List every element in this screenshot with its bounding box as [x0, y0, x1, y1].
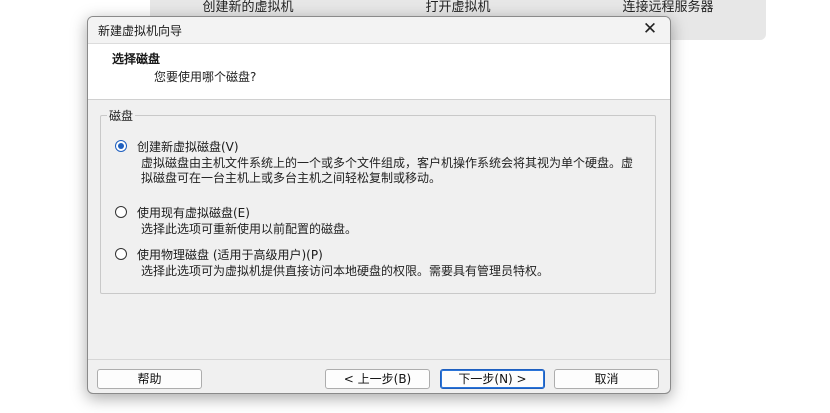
help-button[interactable]: 帮助 [97, 369, 202, 389]
dialog-titlebar: 新建虚拟机向导 ✕ [88, 17, 670, 44]
use-physical-disk-radio[interactable] [115, 248, 127, 260]
use-physical-disk-label[interactable]: 使用物理磁盘 (适用于高级用户)(P) [137, 246, 323, 263]
page-title: 选择磁盘 [112, 52, 161, 66]
create-new-disk-description: 虚拟磁盘由主机文件系统上的一个或多个文件组成，客户机操作系统会将其视为单个硬盘。… [141, 156, 634, 185]
dialog-title: 新建虚拟机向导 [98, 24, 183, 38]
use-existing-disk-radio[interactable] [115, 206, 127, 218]
page-subtitle: 您要使用哪个磁盘? [154, 70, 257, 84]
create-new-disk-radio[interactable] [115, 140, 127, 152]
footer-divider [88, 359, 670, 360]
cancel-button[interactable]: 取消 [554, 369, 659, 389]
back-button[interactable]: < 上一步(B) [325, 369, 430, 389]
create-new-disk-label[interactable]: 创建新虚拟磁盘(V) [137, 138, 239, 155]
use-existing-disk-description: 选择此选项可重新使用以前配置的磁盘。 [141, 222, 358, 236]
use-physical-disk-description: 选择此选项可为虚拟机提供直接访问本地硬盘的权限。需要具有管理员特权。 [141, 264, 550, 278]
use-existing-disk-label[interactable]: 使用现有虚拟磁盘(E) [137, 204, 250, 221]
disk-group-label: 磁盘 [109, 109, 134, 123]
close-icon[interactable]: ✕ [640, 19, 660, 39]
disk-group: 磁盘 创建新虚拟磁盘(V) 虚拟磁盘由主机文件系统上的一个或多个文件组成，客户机… [100, 107, 656, 294]
next-button[interactable]: 下一步(N) > [440, 369, 545, 389]
new-vm-wizard-dialog: 新建虚拟机向导 ✕ 选择磁盘 您要使用哪个磁盘? 磁盘 创建新虚拟磁盘(V) 虚… [87, 16, 671, 394]
wizard-header: 选择磁盘 您要使用哪个磁盘? [88, 44, 670, 100]
